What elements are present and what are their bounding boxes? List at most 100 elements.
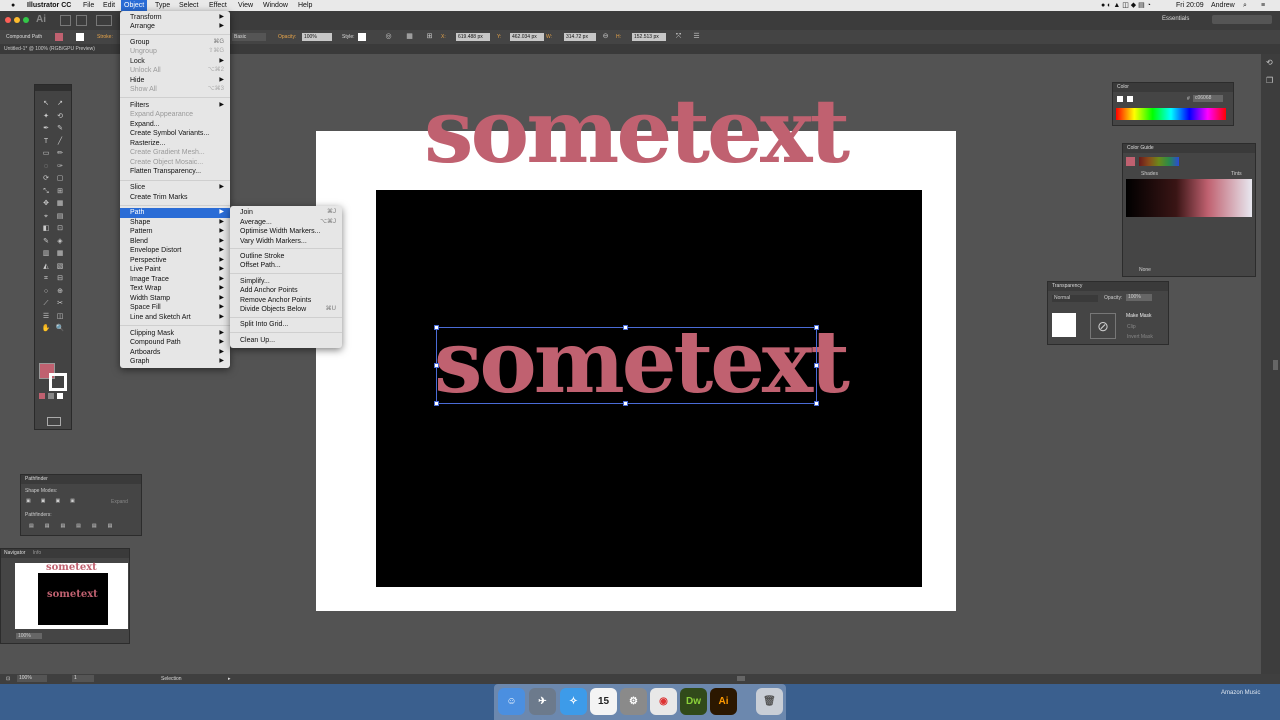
color-stroke-proxy[interactable] — [1127, 96, 1133, 102]
menu-view[interactable]: View — [235, 1, 256, 10]
fill-swatch[interactable] — [55, 33, 63, 41]
path-menu-item-join[interactable]: Join ⌘J — [230, 208, 342, 218]
object-menu-item-text-wrap[interactable]: Text Wrap ▶ — [120, 284, 230, 294]
clip-checkbox[interactable]: Clip — [1127, 324, 1136, 330]
menu-window[interactable]: Window — [260, 1, 291, 10]
object-menu-item-expand[interactable]: Expand... — [120, 120, 230, 130]
tool-12-icon[interactable]: ✑ — [54, 162, 66, 171]
launchpad-icon[interactable]: ✈ — [529, 688, 556, 715]
menu-type[interactable]: Type — [152, 1, 173, 10]
tool-19-icon[interactable]: ⌖ — [40, 212, 52, 221]
resize-handle-n[interactable] — [623, 325, 628, 330]
object-menu-item-create-trim-marks[interactable]: Create Trim Marks — [120, 193, 230, 203]
tool-10-icon[interactable]: ✏ — [54, 149, 66, 158]
tool-36-icon[interactable]: ◫ — [54, 312, 66, 321]
tool-23-icon[interactable]: ✎ — [40, 237, 52, 246]
menu-edit[interactable]: Edit — [100, 1, 118, 10]
stroke-style-field[interactable]: Basic — [232, 33, 266, 41]
close-window-icon[interactable] — [5, 17, 11, 23]
tool-31-icon[interactable]: ○ — [40, 287, 52, 296]
tool-25-icon[interactable]: ▥ — [40, 249, 52, 258]
menu-help[interactable]: Help — [295, 1, 315, 10]
object-menu-item-pattern[interactable]: Pattern ▶ — [120, 227, 230, 237]
color-mode-icon[interactable] — [39, 393, 45, 399]
resize-handle-e[interactable] — [814, 363, 819, 368]
style-swatch[interactable] — [358, 33, 366, 41]
pathfinder-buttons[interactable]: ▤▤▤▤▤▤ — [29, 523, 123, 529]
make-mask-button[interactable]: Make Mask — [1126, 313, 1152, 319]
selection-bounding-box[interactable] — [434, 325, 819, 406]
app-menu[interactable]: Illustrator CC — [24, 1, 74, 10]
resize-handle-s[interactable] — [623, 401, 628, 406]
stroke-swatch[interactable] — [76, 33, 84, 41]
horizontal-scrollbar-thumb[interactable] — [737, 676, 745, 681]
object-menu-item-filters[interactable]: Filters ▶ — [120, 101, 230, 111]
trash-icon[interactable]: 🗑 — [756, 688, 783, 715]
spotlight-icon[interactable]: ⌕ — [1240, 1, 1250, 10]
w-field[interactable]: 314.72 px — [564, 33, 596, 41]
tool-26-icon[interactable]: ▦ — [54, 249, 66, 258]
object-menu-item-arrange[interactable]: Arrange ▶ — [120, 22, 230, 32]
tool-13-icon[interactable]: ⟳ — [40, 174, 52, 183]
workspace-switcher[interactable]: Essentials — [1162, 16, 1189, 22]
object-menu-item-hide[interactable]: Hide ▶ — [120, 76, 230, 86]
object-menu-item-envelope-distort[interactable]: Envelope Distort ▶ — [120, 246, 230, 256]
chrome-icon[interactable]: ◉ — [650, 688, 677, 715]
status-arrow-icon[interactable]: ▸ — [228, 674, 231, 684]
stock-icon[interactable] — [76, 15, 87, 26]
object-menu-item-shape[interactable]: Shape ▶ — [120, 218, 230, 228]
arrange-documents-icon[interactable] — [96, 15, 112, 26]
panel-icon-2[interactable]: ❐ — [1266, 76, 1273, 85]
object-menu-item-space-fill[interactable]: Space Fill ▶ — [120, 303, 230, 313]
shape-mode-buttons[interactable]: ▣▣▣▣ — [26, 498, 85, 504]
menu-select[interactable]: Select — [176, 1, 201, 10]
navigator-zoom-field[interactable]: 100% — [16, 633, 42, 639]
tool-35-icon[interactable]: ☰ — [40, 312, 52, 321]
path-menu-item-remove-anchor-points[interactable]: Remove Anchor Points — [230, 296, 342, 306]
tool-6-icon[interactable]: ✎ — [54, 124, 66, 133]
tool-17-icon[interactable]: ✥ — [40, 199, 52, 208]
path-menu-item-add-anchor-points[interactable]: Add Anchor Points — [230, 286, 342, 296]
x-field[interactable]: 619.488 px — [456, 33, 490, 41]
transform-icon[interactable]: ⤧ — [674, 32, 683, 41]
resize-handle-ne[interactable] — [814, 325, 819, 330]
hex-field[interactable]: c06068 — [1193, 95, 1223, 102]
object-menu-item-line-and-sketch-art[interactable]: Line and Sketch Art ▶ — [120, 313, 230, 323]
object-menu-item-live-paint[interactable]: Live Paint ▶ — [120, 265, 230, 275]
path-menu-item-vary-width-markers[interactable]: Vary Width Markers... — [230, 237, 342, 247]
recolor-artwork-icon[interactable]: ◎ — [384, 32, 393, 41]
object-menu-item-compound-path[interactable]: Compound Path ▶ — [120, 338, 230, 348]
tool-37-icon[interactable]: ✋ — [40, 324, 52, 333]
page-field[interactable]: 1 — [72, 675, 94, 682]
control-menu-icon[interactable]: ☰ — [692, 32, 701, 41]
tool-9-icon[interactable]: ▭ — [40, 149, 52, 158]
clock[interactable]: Fri 20:09 — [1173, 1, 1207, 10]
tool-8-icon[interactable]: ╱ — [54, 137, 66, 146]
vertical-scrollbar-thumb[interactable] — [1273, 360, 1278, 370]
path-menu-item-clean-up[interactable]: Clean Up... — [230, 336, 342, 346]
path-menu-item-split-into-grid[interactable]: Split Into Grid... — [230, 320, 342, 330]
object-menu-item-width-stamp[interactable]: Width Stamp ▶ — [120, 294, 230, 304]
minimize-window-icon[interactable] — [14, 17, 20, 23]
tool-5-icon[interactable]: ✒ — [40, 124, 52, 133]
tool-4-icon[interactable]: ⟲ — [54, 112, 66, 121]
tool-28-icon[interactable]: ▧ — [54, 262, 66, 271]
object-menu-item-perspective[interactable]: Perspective ▶ — [120, 256, 230, 266]
object-menu-item-blend[interactable]: Blend ▶ — [120, 237, 230, 247]
zoom-field[interactable]: 100% — [17, 675, 47, 682]
color-fill-proxy[interactable] — [1117, 96, 1123, 102]
object-menu-item-rasterize[interactable]: Rasterize... — [120, 139, 230, 149]
menu-object[interactable]: Object — [121, 0, 148, 11]
mask-placeholder-icon[interactable]: ⊘ — [1090, 313, 1116, 339]
object-menu-item-group[interactable]: Group ⌘G — [120, 38, 230, 48]
object-menu-item-path[interactable]: Path ▶ — [120, 208, 230, 218]
tool-3-icon[interactable]: ✦ — [40, 112, 52, 121]
object-menu-item-transform[interactable]: Transform ▶ — [120, 13, 230, 23]
screen-mode-icon[interactable] — [47, 417, 61, 426]
tool-7-icon[interactable]: T — [40, 137, 52, 146]
path-menu-item-simplify[interactable]: Simplify... — [230, 277, 342, 287]
object-menu-item-create-symbol-variants[interactable]: Create Symbol Variants... — [120, 129, 230, 139]
bridge-icon[interactable] — [60, 15, 71, 26]
gradient-mode-icon[interactable] — [48, 393, 54, 399]
shades-tints-grid[interactable] — [1126, 179, 1252, 217]
